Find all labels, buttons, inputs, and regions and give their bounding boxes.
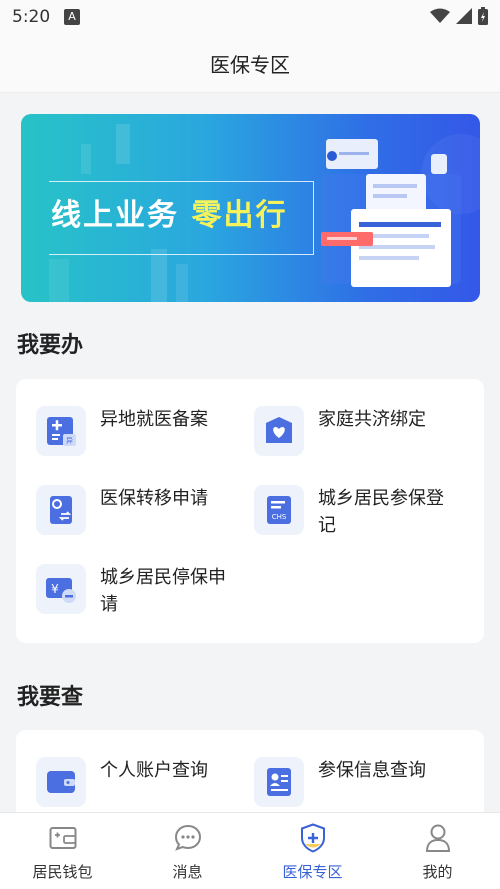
wifi-icon xyxy=(430,8,450,23)
transfer-icon xyxy=(36,485,86,535)
notification-icon: A xyxy=(64,9,80,25)
item-label: 城乡居民参保登记 xyxy=(318,488,444,536)
remote-medical-icon: 异 xyxy=(36,406,86,456)
svg-text:¥: ¥ xyxy=(51,582,59,596)
item-insurance-info-query[interactable]: 参保信息查询 xyxy=(254,757,458,807)
stop-insurance-icon: ¥ xyxy=(36,564,86,614)
item-resident-insurance-suspension[interactable]: ¥ 城乡居民停保申请 xyxy=(36,564,240,618)
heart-shield-icon xyxy=(254,406,304,456)
tab-profile[interactable]: 我的 xyxy=(375,813,500,889)
item-remote-medical-filing[interactable]: 异 异地就医备案 xyxy=(36,406,240,456)
item-label: 异地就医备案 xyxy=(100,409,208,430)
item-family-mutual-binding[interactable]: 家庭共济绑定 xyxy=(254,406,458,456)
todo-card: 异 异地就医备案 家庭共济绑定 医保转移申请 CHS 城乡居民参保登记 ¥ 城乡… xyxy=(16,379,484,643)
page-header: 医保专区 xyxy=(0,34,500,93)
item-label: 参保信息查询 xyxy=(318,760,426,781)
section-title-todo: 我要办 xyxy=(17,333,84,358)
svg-text:CHS: CHS xyxy=(272,513,287,521)
bottom-tab-bar: 居民钱包 消息 医保专区 我的 xyxy=(0,812,500,889)
id-card-icon xyxy=(254,757,304,807)
item-label: 个人账户查询 xyxy=(100,760,208,781)
item-label: 城乡居民停保申请 xyxy=(100,567,226,615)
tab-label: 医保专区 xyxy=(282,863,343,881)
tab-resident-wallet[interactable]: 居民钱包 xyxy=(0,813,125,889)
item-resident-insurance-registration[interactable]: CHS 城乡居民参保登记 xyxy=(254,485,458,539)
status-icons xyxy=(430,7,488,25)
status-bar: 5:20 A xyxy=(0,0,500,34)
tab-label: 居民钱包 xyxy=(32,863,93,881)
tab-label: 消息 xyxy=(172,863,203,881)
wallet-tab-icon xyxy=(49,823,77,853)
message-icon xyxy=(174,823,202,853)
page-title: 医保专区 xyxy=(210,52,290,77)
item-personal-account-query[interactable]: 个人账户查询 xyxy=(36,757,240,807)
item-label: 医保转移申请 xyxy=(100,488,208,509)
signal-icon xyxy=(456,8,472,24)
medical-shield-icon xyxy=(300,823,326,853)
person-icon xyxy=(425,823,451,853)
battery-icon xyxy=(478,7,488,25)
item-label: 家庭共济绑定 xyxy=(318,409,426,430)
tab-messages[interactable]: 消息 xyxy=(125,813,250,889)
svg-text:异: 异 xyxy=(66,437,73,445)
banner-slogan-part2: 零出行 xyxy=(191,198,288,233)
chs-register-icon: CHS xyxy=(254,485,304,535)
item-medical-insurance-transfer[interactable]: 医保转移申请 xyxy=(36,485,240,535)
promo-banner[interactable]: 线上业务 零出行 xyxy=(21,114,480,302)
status-time: 5:20 xyxy=(12,7,51,27)
banner-slogan-part1: 线上业务 xyxy=(51,198,179,233)
tab-medical-insurance-zone[interactable]: 医保专区 xyxy=(250,813,375,889)
section-title-query: 我要查 xyxy=(17,685,84,710)
wallet-icon xyxy=(36,757,86,807)
tab-label: 我的 xyxy=(422,863,453,881)
banner-slogan: 线上业务 零出行 xyxy=(51,190,287,234)
